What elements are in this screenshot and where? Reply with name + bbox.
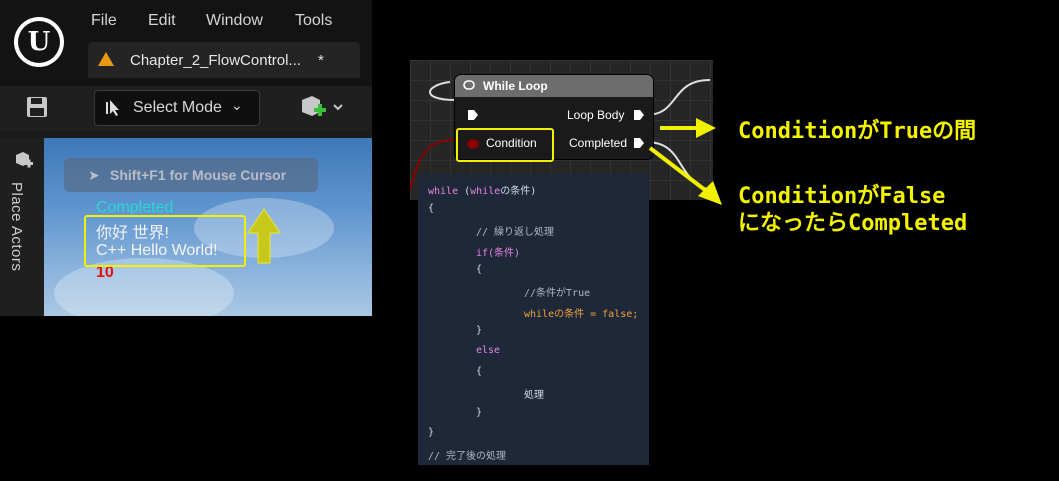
annotation-loop-body: ConditionがTrueの間 xyxy=(738,119,977,144)
annotation-arrows xyxy=(648,118,722,205)
annotation-completed-2: になったらCompleted xyxy=(738,211,968,236)
